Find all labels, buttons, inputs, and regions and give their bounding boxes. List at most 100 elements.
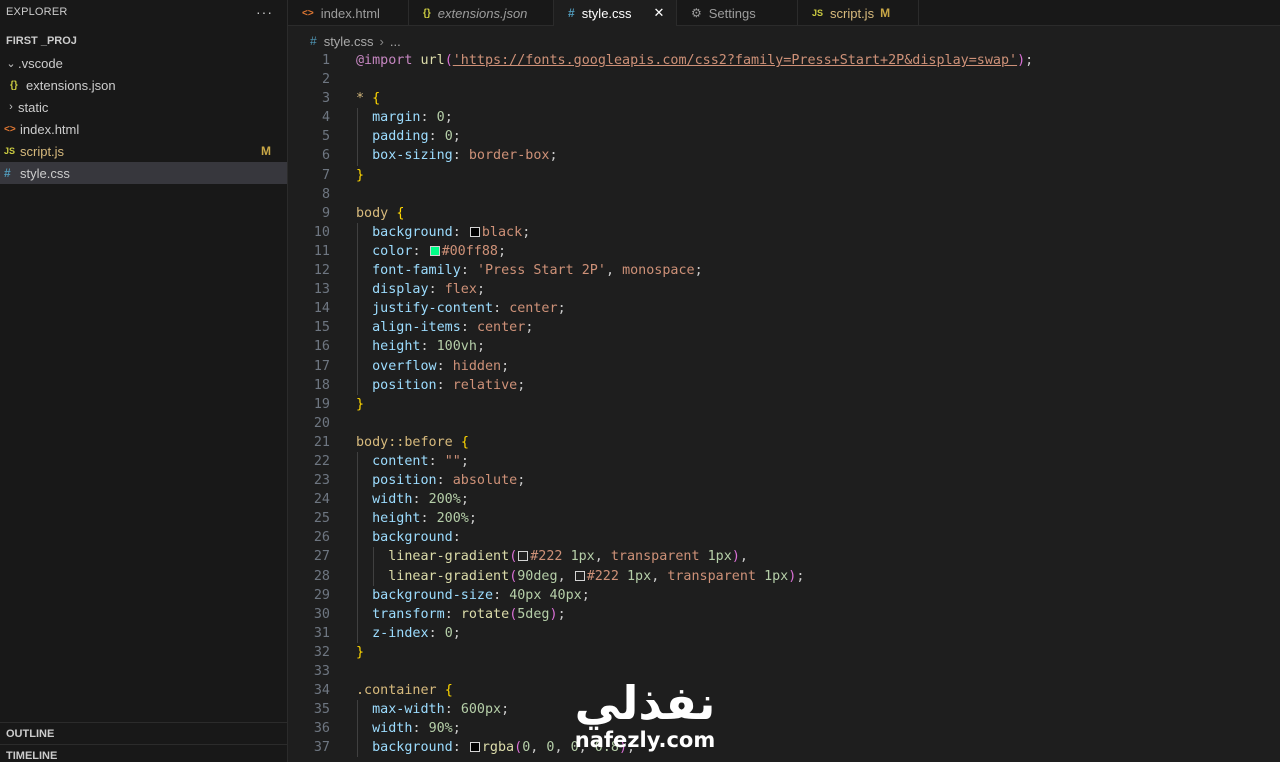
code-line[interactable]: 20 bbox=[288, 414, 1280, 433]
code-editor[interactable]: 1 @import url('https://fonts.googleapis.c… bbox=[288, 51, 1280, 762]
code-line[interactable]: 25 height: 200%; bbox=[288, 509, 1280, 529]
code-text: .container { bbox=[356, 681, 453, 700]
code-line[interactable]: 26 background: bbox=[288, 528, 1280, 548]
code-token: ) bbox=[618, 740, 627, 756]
color-swatch[interactable] bbox=[518, 551, 529, 562]
line-number: 37 bbox=[313, 740, 330, 756]
tree-file-index-html[interactable]: <> index.html bbox=[0, 118, 287, 140]
code-line[interactable]: 16 height: 100vh; bbox=[288, 337, 1280, 357]
code-text: overflow: hidden; bbox=[356, 357, 509, 376]
code-token: : bbox=[452, 148, 469, 164]
json-file-icon: {} bbox=[423, 7, 431, 19]
more-actions-icon[interactable]: ··· bbox=[256, 4, 273, 20]
code-token: 0 bbox=[444, 129, 453, 145]
code-line[interactable]: 34 .container { bbox=[288, 681, 1280, 700]
code-line[interactable]: 4 margin: 0; bbox=[288, 108, 1280, 128]
code-line[interactable]: 10 background: black; bbox=[288, 222, 1280, 242]
code-token: : bbox=[460, 320, 477, 336]
tree-folder-vscode[interactable]: ⌄ .vscode bbox=[0, 52, 287, 74]
color-swatch[interactable] bbox=[429, 245, 440, 256]
tab-script-js[interactable]: JS script.js M bbox=[798, 0, 919, 26]
code-line[interactable]: 3 * { bbox=[288, 89, 1280, 108]
code-token: : bbox=[428, 453, 445, 469]
code-line[interactable]: 27 linear-gradient(#222 1px, transparent… bbox=[288, 547, 1280, 567]
code-line[interactable]: 21 body::before { bbox=[288, 433, 1280, 452]
code-line[interactable]: 6 box-sizing: border-box; bbox=[288, 146, 1280, 166]
outline-section-header[interactable]: OUTLINE bbox=[0, 722, 288, 744]
code-token: 0.8 bbox=[594, 740, 619, 756]
code-line[interactable]: 35 max-width: 600px; bbox=[288, 700, 1280, 720]
code-line[interactable]: 36 width: 90%; bbox=[288, 719, 1280, 739]
code-line[interactable]: 23 position: absolute; bbox=[288, 471, 1280, 491]
code-text: content: ""; bbox=[356, 452, 469, 471]
tab-style-css[interactable]: # style.css ✕ bbox=[554, 0, 677, 26]
breadcrumb-file[interactable]: style.css bbox=[324, 34, 374, 49]
code-line[interactable]: 14 justify-content: center; bbox=[288, 299, 1280, 319]
breadcrumb: # style.css › ... bbox=[288, 30, 401, 52]
tab-settings[interactable]: ⚙ Settings bbox=[677, 0, 798, 26]
code-line[interactable]: 1 @import url('https://fonts.googleapis.c… bbox=[288, 51, 1280, 70]
code-token: ; bbox=[627, 740, 636, 756]
code-token: 'https://fonts.googleapis.com/css2?famil… bbox=[452, 53, 1018, 68]
code-line[interactable]: 24 width: 200%; bbox=[288, 490, 1280, 510]
html-file-icon: <> bbox=[302, 7, 314, 19]
code-line[interactable]: 13 display: flex; bbox=[288, 280, 1280, 300]
code-line[interactable]: 5 padding: 0; bbox=[288, 127, 1280, 147]
color-swatch[interactable] bbox=[469, 226, 480, 237]
code-token: , bbox=[739, 549, 748, 565]
code-line[interactable]: 17 overflow: hidden; bbox=[288, 356, 1280, 376]
chevron-right-icon: › bbox=[9, 101, 13, 113]
code-line[interactable]: 33 bbox=[288, 662, 1280, 681]
code-token: : bbox=[452, 740, 469, 756]
close-icon[interactable]: ✕ bbox=[654, 5, 665, 21]
code-token: .container bbox=[356, 683, 437, 699]
code-token: ( bbox=[444, 53, 453, 68]
code-token: 40px bbox=[509, 587, 542, 603]
tab-index-html[interactable]: <> index.html bbox=[288, 0, 409, 26]
breadcrumb-more[interactable]: ... bbox=[390, 34, 401, 49]
chevron-down-icon: ⌄ bbox=[6, 57, 16, 70]
code-text: height: 200%; bbox=[356, 509, 477, 528]
tab-extensions-json[interactable]: {} extensions.json bbox=[409, 0, 554, 26]
tab-label: script.js bbox=[830, 5, 875, 21]
code-line[interactable]: 18 position: relative; bbox=[288, 375, 1280, 395]
color-swatch[interactable] bbox=[469, 742, 480, 753]
tree-file-extensions-json[interactable]: {} extensions.json bbox=[0, 74, 287, 96]
code-line[interactable]: 15 align-items: center; bbox=[288, 318, 1280, 338]
explorer-sidebar: EXPLORER ··· FIRST _PROJ ⌄ .vscode {} ex… bbox=[0, 0, 288, 762]
project-folder-header[interactable]: FIRST _PROJ bbox=[0, 30, 287, 52]
code-line[interactable]: 19} bbox=[288, 395, 1280, 414]
code-token: 90deg bbox=[517, 568, 558, 584]
code-line[interactable]: 7} bbox=[288, 166, 1280, 185]
code-token: ) bbox=[549, 606, 558, 622]
code-line[interactable]: 2 bbox=[288, 70, 1280, 89]
line-number: 35 bbox=[313, 702, 330, 718]
code-line[interactable]: 32} bbox=[288, 643, 1280, 662]
timeline-section-header[interactable]: TIMELINE bbox=[0, 744, 288, 762]
line-number: 1 bbox=[321, 53, 330, 68]
code-line[interactable]: 8 bbox=[288, 185, 1280, 204]
css-file-icon: # bbox=[568, 6, 575, 20]
line-number: 10 bbox=[313, 224, 330, 240]
code-line[interactable]: 28 linear-gradient(90deg, #222 1px, tran… bbox=[288, 566, 1280, 586]
tree-file-script-js[interactable]: JS script.js M bbox=[0, 140, 287, 162]
code-line[interactable]: 9 body { bbox=[288, 204, 1280, 223]
tree-folder-static[interactable]: › static bbox=[0, 96, 287, 118]
code-line[interactable]: 37 background: rgba(0, 0, 0, 0.8); bbox=[288, 738, 1280, 758]
code-line[interactable]: 12 font-family: 'Press Start 2P', monosp… bbox=[288, 261, 1280, 281]
code-line[interactable]: 22 content: ""; bbox=[288, 451, 1280, 472]
code-text: position: relative; bbox=[356, 376, 525, 395]
code-line[interactable]: 11 color: #00ff88; bbox=[288, 241, 1280, 262]
code-line[interactable]: 30 transform: rotate(5deg); bbox=[288, 604, 1280, 624]
code-token: , bbox=[594, 549, 611, 565]
code-line[interactable]: 31 z-index: 0; bbox=[288, 623, 1280, 643]
code-token: rotate bbox=[460, 606, 510, 622]
code-token: z-index bbox=[372, 625, 429, 641]
code-line[interactable]: 29 background-size: 40px 40px; bbox=[288, 585, 1280, 605]
code-token: ; bbox=[522, 224, 531, 240]
line-number: 16 bbox=[313, 339, 330, 355]
color-swatch[interactable] bbox=[574, 570, 585, 581]
tree-file-style-css[interactable]: # style.css bbox=[0, 162, 287, 184]
